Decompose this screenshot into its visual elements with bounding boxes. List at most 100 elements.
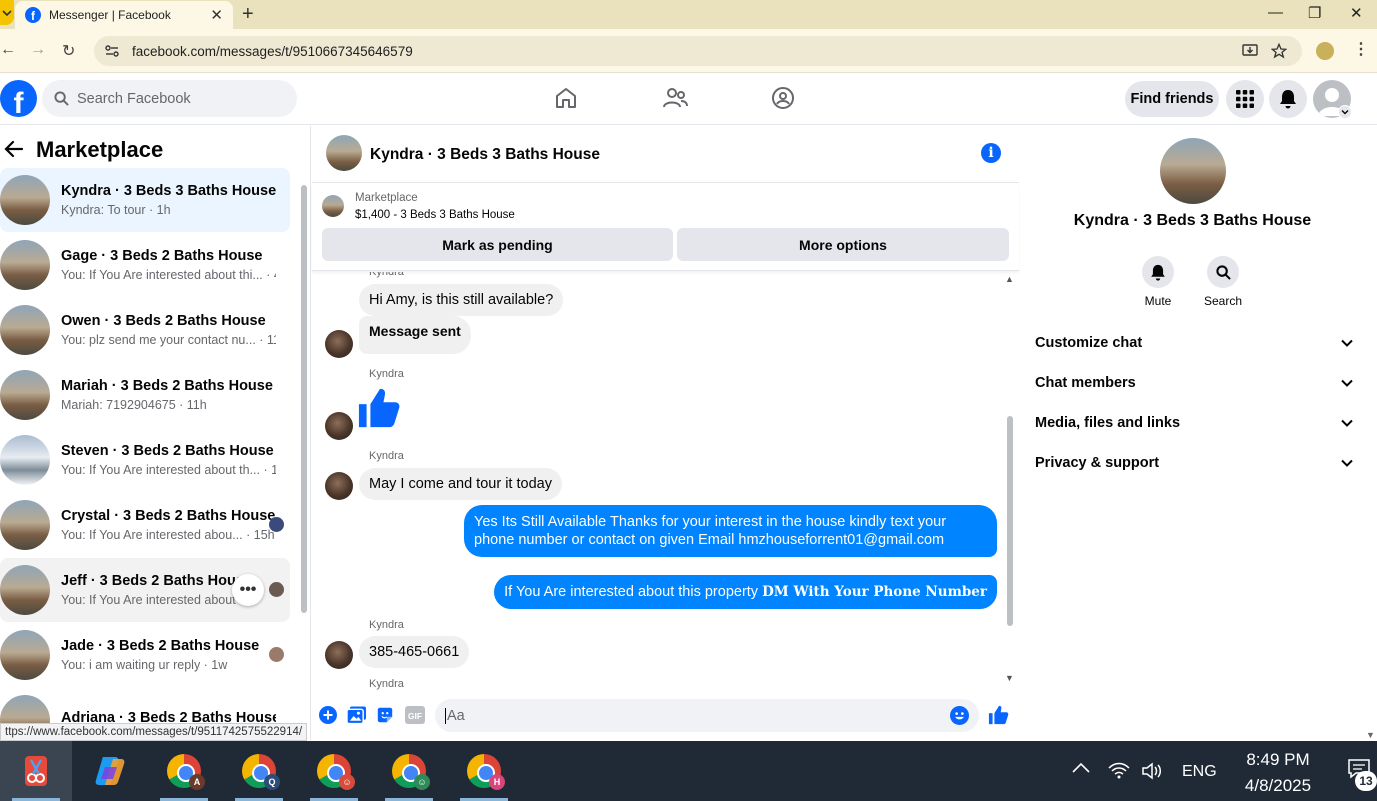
conversation-item[interactable]: Kyndra · 3 Beds 3 Baths House Kyndra: To … — [0, 168, 290, 232]
mark-as-pending-button[interactable]: Mark as pending — [322, 228, 673, 261]
conversation-name: Owen · 3 Beds 2 Baths House — [61, 313, 266, 329]
conversation-item[interactable]: Owen · 3 Beds 2 Baths House You: plz send… — [0, 298, 290, 362]
browser-menu-icon[interactable]: ⋮ — [1353, 39, 1369, 59]
info-icon[interactable]: i — [981, 143, 1001, 163]
sender-avatar[interactable] — [325, 472, 353, 500]
conversation-name: Gage · 3 Beds 2 Baths House — [61, 248, 263, 264]
chat-title[interactable]: Kyndra · 3 Beds 3 Baths House — [370, 146, 600, 164]
conversation-item[interactable]: Mariah · 3 Beds 2 Baths House Mariah: 719… — [0, 363, 290, 427]
browser-tab-bar: f Messenger | Facebook ✕ + — ❐ ✕ — [0, 0, 1377, 29]
back-arrow-icon[interactable]: ← — [0, 41, 16, 59]
taskbar-chrome-profile-a[interactable]: A — [148, 741, 220, 801]
input-language[interactable]: ENG — [1182, 763, 1217, 781]
friends-icon[interactable] — [662, 86, 688, 110]
page-scroll-down-arrow-icon[interactable]: ▼ — [1366, 730, 1375, 740]
sender-avatar[interactable] — [325, 330, 353, 358]
sidebar-scrollbar[interactable] — [301, 185, 307, 613]
show-hidden-icons-chevron-icon[interactable] — [1071, 762, 1091, 774]
profile-avatar-icon[interactable] — [1316, 42, 1334, 60]
gif-icon[interactable]: GIF — [405, 706, 425, 724]
emoji-icon[interactable] — [950, 706, 969, 725]
message-bubble[interactable]: 385-465-0661 — [359, 636, 470, 668]
my-message-bubble[interactable]: If You Are interested about this propert… — [494, 575, 997, 609]
search-placeholder: Search Facebook — [77, 90, 191, 107]
facebook-favicon-icon: f — [25, 7, 41, 23]
bookmark-star-icon[interactable] — [1271, 43, 1287, 59]
conversation-item[interactable]: Jeff · 3 Beds 2 Baths House You: If You A… — [0, 558, 290, 622]
search-in-conversation-button[interactable]: Search — [1193, 256, 1253, 308]
facebook-logo-icon[interactable]: f — [0, 80, 37, 117]
minimize-button[interactable]: — — [1268, 4, 1283, 21]
close-tab-icon[interactable]: ✕ — [210, 6, 223, 24]
profile-badge: ☺ — [414, 774, 430, 790]
profile-photo[interactable] — [1160, 138, 1226, 204]
conversation-item[interactable]: Steven · 3 Beds 2 Baths House You: If You… — [0, 428, 290, 492]
conversation-more-button[interactable]: ••• — [232, 574, 264, 606]
find-friends-button[interactable]: Find friends — [1125, 81, 1219, 117]
message-bubble[interactable]: May I come and tour it today — [359, 468, 562, 500]
chrome-icon: A — [167, 754, 205, 790]
message-text: If You Are interested about this propert… — [504, 584, 763, 600]
sender-name: Kyndra — [369, 619, 404, 631]
plus-circle-icon[interactable] — [319, 706, 337, 724]
volume-icon[interactable] — [1141, 762, 1163, 780]
taskbar-app-copilot[interactable] — [74, 741, 146, 801]
taskbar-app-snipping-tool[interactable] — [0, 741, 72, 801]
chat-scrollbar[interactable] — [1007, 416, 1013, 626]
taskbar-chrome-profile-h[interactable]: H — [448, 741, 520, 801]
new-tab-button[interactable]: + — [242, 3, 254, 26]
conversation-item[interactable]: Gage · 3 Beds 2 Baths House You: If You A… — [0, 233, 290, 297]
more-options-button[interactable]: More options — [677, 228, 1009, 261]
message-list: Kyndra Hi Amy, is this still available? … — [312, 272, 1019, 690]
message-input[interactable]: Aa — [435, 699, 979, 732]
notifications-button[interactable] — [1269, 80, 1307, 118]
back-arrow-icon[interactable] — [4, 140, 24, 158]
taskbar-chrome-profile-q[interactable]: Q — [223, 741, 295, 801]
search-facebook-input[interactable]: Search Facebook — [42, 80, 297, 117]
conversation-item[interactable]: Crystal · 3 Beds 2 Baths House You: If Yo… — [0, 493, 290, 557]
wifi-icon[interactable] — [1108, 762, 1130, 780]
taskbar-chrome-profile-4[interactable]: ☺ — [373, 741, 445, 801]
tab-search-button[interactable] — [0, 0, 14, 25]
media-files-links-section[interactable]: Media, files and links — [1035, 403, 1353, 443]
chat-members-section[interactable]: Chat members — [1035, 363, 1353, 403]
mute-label: Mute — [1144, 294, 1172, 308]
install-app-icon[interactable] — [1242, 44, 1258, 58]
privacy-support-section[interactable]: Privacy & support — [1035, 443, 1353, 483]
message-bubble[interactable]: Hi Amy, is this still available? — [359, 284, 564, 316]
groups-icon[interactable] — [771, 86, 795, 110]
menu-grid-button[interactable] — [1226, 80, 1264, 118]
reload-icon[interactable]: ↻ — [62, 41, 75, 61]
site-info-icon[interactable] — [104, 44, 120, 58]
search-icon — [1215, 264, 1231, 280]
mute-button[interactable]: Mute — [1128, 256, 1188, 308]
listing-price-title[interactable]: $1,400 - 3 Beds 3 Baths House — [355, 209, 515, 221]
home-icon[interactable] — [554, 86, 578, 110]
browser-tab[interactable]: f Messenger | Facebook ✕ — [15, 1, 233, 29]
account-chevron-icon[interactable] — [1338, 105, 1352, 119]
my-message-bubble[interactable]: Yes Its Still Available Thanks for your … — [464, 505, 997, 557]
listing-thumbnail — [0, 565, 50, 615]
composer-placeholder: Aa — [445, 707, 465, 724]
restore-button[interactable]: ❐ — [1308, 4, 1321, 22]
sender-avatar[interactable] — [325, 412, 353, 440]
conversation-name: Crystal · 3 Beds 2 Baths House — [61, 508, 276, 524]
message-bubble[interactable]: Message sent — [359, 316, 471, 354]
taskbar-chrome-profile-3[interactable]: ☺ — [298, 741, 370, 801]
thumbs-up-icon[interactable] — [357, 385, 403, 431]
scroll-down-arrow-icon[interactable]: ▼ — [1005, 673, 1014, 683]
chat-panel: Kyndra · 3 Beds 3 Baths House i Marketpl… — [312, 126, 1019, 740]
address-bar[interactable]: facebook.com/messages/t/9510667345646579 — [94, 36, 1302, 66]
customize-chat-section[interactable]: Customize chat — [1035, 323, 1353, 363]
scroll-up-arrow-icon[interactable]: ▲ — [1005, 274, 1014, 284]
system-clock[interactable]: 8:49 PM 4/8/2025 — [1236, 747, 1320, 799]
forward-arrow-icon[interactable]: → — [30, 41, 46, 59]
sticker-icon[interactable] — [376, 706, 394, 724]
close-window-button[interactable]: ✕ — [1350, 4, 1363, 22]
photo-icon[interactable] — [347, 706, 366, 724]
sender-avatar[interactable] — [325, 641, 353, 669]
conversation-item[interactable]: Jade · 3 Beds 2 Baths House You: i am wai… — [0, 623, 290, 687]
chat-avatar[interactable] — [326, 135, 362, 171]
listing-thumbnail[interactable] — [322, 195, 344, 217]
send-like-icon[interactable] — [988, 704, 1010, 726]
